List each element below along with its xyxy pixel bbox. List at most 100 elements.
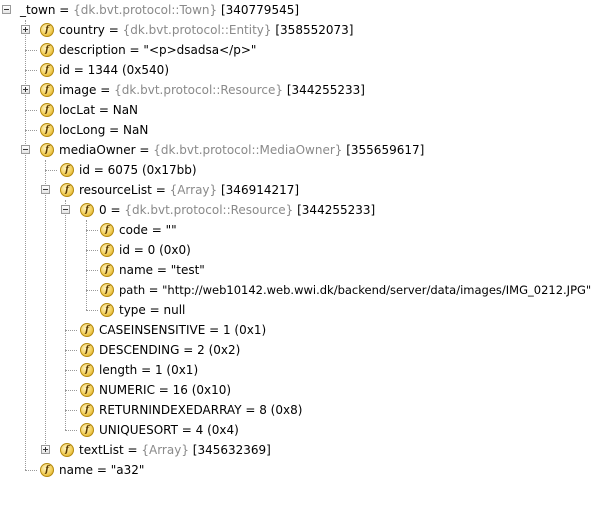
tree-row-numeric[interactable]: f NUMERIC = 16 (0x10): [0, 380, 300, 400]
variable-type: {Array}: [169, 183, 218, 197]
collapse-toggle-icon[interactable]: [41, 185, 50, 194]
tree-row-description[interactable]: f description = "<p>dsadsa</p>": [0, 40, 300, 60]
tree-row-resourcelist[interactable]: f resourceList = {Array} [346914217]: [0, 180, 300, 200]
variable-name: name: [119, 263, 154, 277]
tree-row-resource-name[interactable]: f name = "test": [0, 260, 300, 280]
field-icon: f: [40, 143, 54, 157]
variable-name: type: [119, 303, 146, 317]
field-icon: f: [60, 183, 74, 197]
variable-name: locLat: [59, 103, 96, 117]
variable-value: NaN: [112, 103, 139, 117]
variable-value: 16 (0x10): [172, 383, 232, 397]
variable-name: name: [59, 463, 94, 477]
object-ref: [345632369]: [188, 443, 271, 457]
tree-row-loclat[interactable]: f locLat = NaN: [0, 100, 300, 120]
variable-name: length: [99, 363, 138, 377]
expand-toggle-icon[interactable]: [41, 445, 50, 454]
variable-name: locLong: [59, 123, 106, 137]
tree-row-image[interactable]: f image = {dk.bvt.protocol::Resource} [3…: [0, 80, 365, 100]
field-icon: f: [100, 263, 114, 277]
object-ref: [344255233]: [293, 203, 376, 217]
variable-name: DESCENDING: [99, 343, 180, 357]
variable-value: 2 (0x2): [197, 343, 241, 357]
tree-row-id[interactable]: f id = 1344 (0x540): [0, 60, 300, 80]
tree-row-name[interactable]: f name = "a32": [0, 460, 300, 480]
variable-value: 1 (0x1): [154, 363, 199, 377]
collapse-toggle-icon[interactable]: [61, 205, 70, 214]
variable-value: 4 (0x4): [195, 423, 239, 437]
field-icon: f: [40, 123, 54, 137]
variable-value: 6075 (0x17bb): [107, 163, 197, 177]
expand-toggle-icon[interactable]: [21, 25, 30, 34]
tree-row-length[interactable]: f length = 1 (0x1): [0, 360, 300, 380]
object-ref: [340779545]: [217, 3, 300, 17]
field-icon: f: [80, 423, 94, 437]
tree-row-mediaowner-id[interactable]: f id = 6075 (0x17bb): [0, 160, 300, 180]
variable-name: _town: [20, 3, 56, 17]
variable-name: id: [119, 243, 130, 257]
variable-type: {Array}: [141, 443, 189, 457]
variable-value: "test": [170, 263, 205, 277]
variable-name: textList: [79, 443, 124, 457]
variable-type: {dk.bvt.protocol::Resource}: [124, 203, 294, 217]
variable-value: "a32": [110, 463, 145, 477]
variable-name: NUMERIC: [99, 383, 155, 397]
variable-value: 8 (0x8): [259, 403, 303, 417]
variable-value: 0 (0x0): [147, 243, 191, 257]
variable-value: 1 (0x1): [222, 323, 267, 337]
tree-row-descending[interactable]: f DESCENDING = 2 (0x2): [0, 340, 300, 360]
field-icon: f: [40, 83, 54, 97]
variable-name: CASEINSENSITIVE: [99, 323, 206, 337]
variable-value: 1344 (0x540): [87, 63, 169, 77]
collapse-toggle-icon[interactable]: [2, 5, 11, 14]
field-icon: f: [100, 283, 114, 297]
field-icon: f: [80, 323, 94, 337]
object-ref: [344255233]: [283, 83, 365, 97]
field-icon: f: [40, 23, 54, 37]
field-icon: f: [40, 103, 54, 117]
field-icon: f: [100, 243, 114, 257]
field-icon: f: [40, 463, 54, 477]
variable-value: "": [165, 223, 177, 237]
variable-value: "http://web10142.web.wwi.dk/backend/serv…: [162, 283, 592, 297]
tree-row-mediaowner[interactable]: f mediaOwner = {dk.bvt.protocol::MediaOw…: [0, 140, 424, 160]
tree-row-code[interactable]: f code = "": [0, 220, 300, 240]
tree-row-country[interactable]: f country = {dk.bvt.protocol::Entity} [3…: [0, 20, 353, 40]
variable-name: mediaOwner: [59, 143, 136, 157]
field-icon: f: [80, 343, 94, 357]
tree-row-type[interactable]: f type = null: [0, 300, 300, 320]
field-icon: f: [40, 43, 54, 57]
tree-row-caseinsensitive[interactable]: f CASEINSENSITIVE = 1 (0x1): [0, 320, 300, 340]
variable-name: country: [59, 23, 105, 37]
variable-name: id: [79, 163, 90, 177]
field-icon: f: [60, 163, 74, 177]
field-icon: f: [100, 303, 114, 317]
variable-value: "<p>dsadsa</p>": [143, 43, 257, 57]
variable-type: {dk.bvt.protocol::Entity}: [122, 23, 272, 37]
variable-name: image: [59, 83, 97, 97]
variable-value: null: [163, 303, 186, 317]
object-ref: [358552073]: [271, 23, 354, 37]
field-icon: f: [100, 223, 114, 237]
collapse-toggle-icon[interactable]: [21, 145, 30, 154]
field-icon: f: [80, 203, 94, 217]
field-icon: f: [60, 443, 74, 457]
variable-type: {dk.bvt.protocol::MediaOwner}: [153, 143, 343, 157]
tree-row-path[interactable]: f path = "http://web10142.web.wwi.dk/bac…: [0, 280, 600, 300]
tree-row-returnindexedarray[interactable]: f RETURNINDEXEDARRAY = 8 (0x8): [0, 400, 303, 420]
variable-name: code: [119, 223, 148, 237]
field-icon: f: [80, 383, 94, 397]
variable-name: id: [59, 63, 70, 77]
expand-toggle-icon[interactable]: [21, 85, 30, 94]
tree-row-loclong[interactable]: f locLong = NaN: [0, 120, 300, 140]
tree-row-item-0[interactable]: f 0 = {dk.bvt.protocol::Resource} [34425…: [0, 200, 375, 220]
field-icon: f: [80, 363, 94, 377]
variables-tree: _town = {dk.bvt.protocol::Town} [3407795…: [0, 0, 604, 508]
tree-row-town[interactable]: _town = {dk.bvt.protocol::Town} [3407795…: [0, 0, 300, 20]
tree-row-textlist[interactable]: f textList = {Array} [345632369]: [0, 440, 300, 460]
tree-row-resource-id[interactable]: f id = 0 (0x0): [0, 240, 300, 260]
field-icon: f: [80, 403, 94, 417]
object-ref: [346914217]: [217, 183, 300, 197]
variable-name: description: [59, 43, 126, 57]
tree-row-uniquesort[interactable]: f UNIQUESORT = 4 (0x4): [0, 420, 300, 440]
